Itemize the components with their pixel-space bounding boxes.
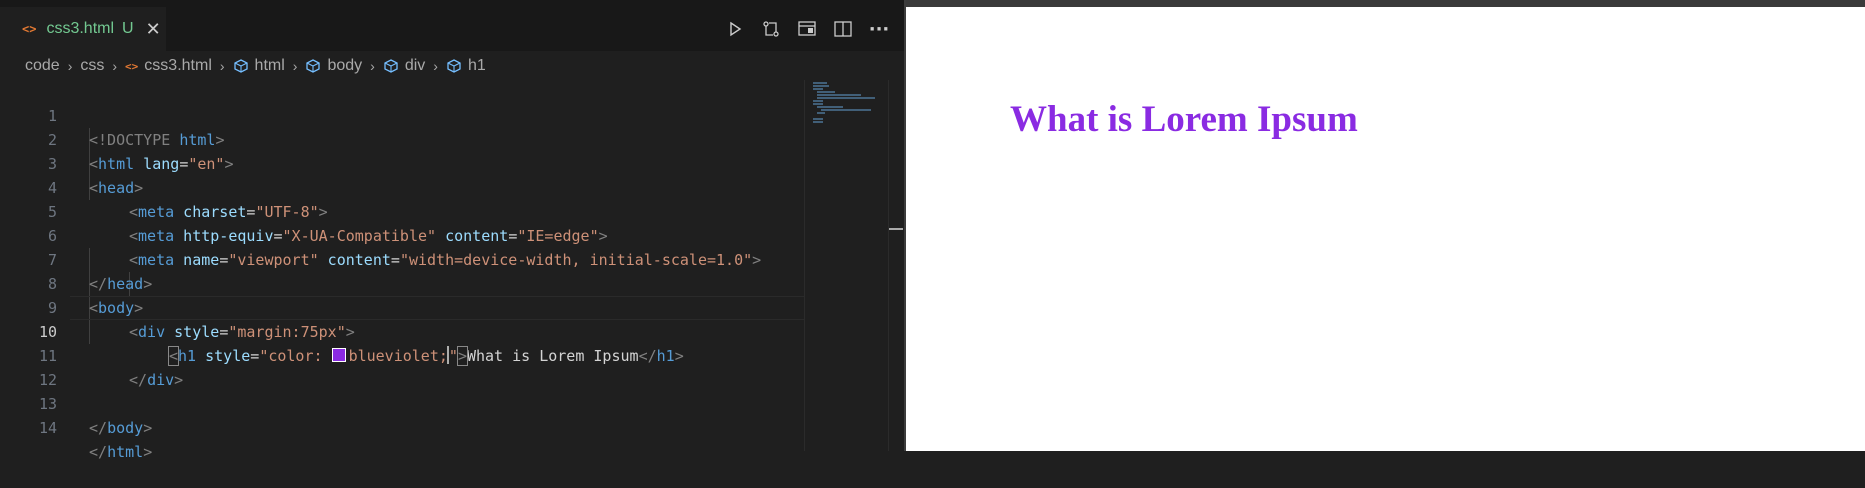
line-number: 14 — [38, 419, 57, 437]
editor-actions: ··· — [724, 7, 890, 51]
more-actions-icon[interactable]: ··· — [868, 18, 890, 40]
html-file-icon: <> — [22, 22, 37, 36]
code-line: 7 </head> — [0, 224, 804, 293]
vertical-scrollbar[interactable] — [888, 80, 903, 451]
breadcrumb-html[interactable]: html — [233, 57, 285, 75]
tab-bar: <> css3.html U ✕ ··· — [0, 7, 904, 51]
close-icon[interactable]: ✕ — [146, 19, 161, 40]
symbol-element-icon — [305, 58, 321, 74]
breadcrumb-css[interactable]: css — [80, 57, 104, 75]
breadcrumb-file[interactable]: <> css3.html — [125, 57, 212, 75]
code-line: 6 <meta name="viewport" content="width=d… — [0, 200, 804, 269]
compare-changes-icon[interactable] — [760, 18, 782, 40]
chevron-right-icon: › — [433, 58, 438, 74]
run-icon[interactable] — [724, 18, 746, 40]
code-line: 2 <html lang="en"> — [0, 104, 804, 173]
untracked-badge: U — [122, 20, 134, 37]
breadcrumb-h1[interactable]: h1 — [446, 57, 486, 75]
preview-top-bar — [906, 0, 1865, 7]
open-preview-icon[interactable] — [796, 18, 818, 40]
breadcrumb-code[interactable]: code — [25, 57, 60, 75]
chevron-right-icon: › — [67, 58, 73, 74]
code-line: 13 </body> — [0, 368, 804, 437]
code-line: 14 </html> — [0, 392, 804, 461]
code-line: 4 <meta charset="UTF-8"> — [0, 152, 804, 221]
code-line: 3 <head> — [0, 128, 804, 197]
chevron-right-icon: › — [219, 58, 225, 74]
code-line: 9 <div style="margin:75px"> — [0, 272, 804, 341]
code-line: 5 <meta http-equiv="X-UA-Compatible" con… — [0, 176, 804, 245]
minimap[interactable] — [804, 80, 889, 451]
symbol-element-icon — [446, 58, 462, 74]
code-editor[interactable]: 1 <!DOCTYPE html> 2 <html lang="en"> 3 <… — [0, 80, 804, 461]
preview-heading: What is Lorem Ipsum — [1010, 99, 1358, 140]
code-line: 12 — [0, 344, 804, 389]
breadcrumb-div[interactable]: div — [383, 57, 425, 75]
code-line-current: 10 <h1 style="color: blueviolet;">What i… — [0, 296, 804, 366]
html-file-icon: <> — [125, 59, 139, 73]
breadcrumb: code › css › <> css3.html › html › body … — [0, 51, 904, 81]
code-line: 8 <body> — [0, 248, 804, 317]
code-line: 1 <!DOCTYPE html> — [0, 80, 804, 149]
code-line: 11 </div> — [0, 320, 804, 389]
cursor-position-marker — [889, 228, 903, 230]
browser-preview-pane: What is Lorem Ipsum — [906, 0, 1865, 451]
breadcrumb-body[interactable]: body — [305, 57, 362, 75]
chevron-right-icon: › — [112, 58, 118, 74]
chevron-right-icon: › — [292, 58, 298, 74]
tab-label: css3.html — [46, 20, 115, 37]
editor-top-strip — [0, 0, 904, 7]
tab-css3-html[interactable]: <> css3.html U ✕ — [0, 7, 166, 51]
editor-pane: <> css3.html U ✕ ··· code › css › <> css… — [0, 0, 904, 461]
chevron-right-icon: › — [370, 58, 375, 74]
symbol-element-icon — [233, 58, 249, 74]
split-editor-icon[interactable] — [832, 18, 854, 40]
symbol-element-icon — [383, 58, 399, 74]
